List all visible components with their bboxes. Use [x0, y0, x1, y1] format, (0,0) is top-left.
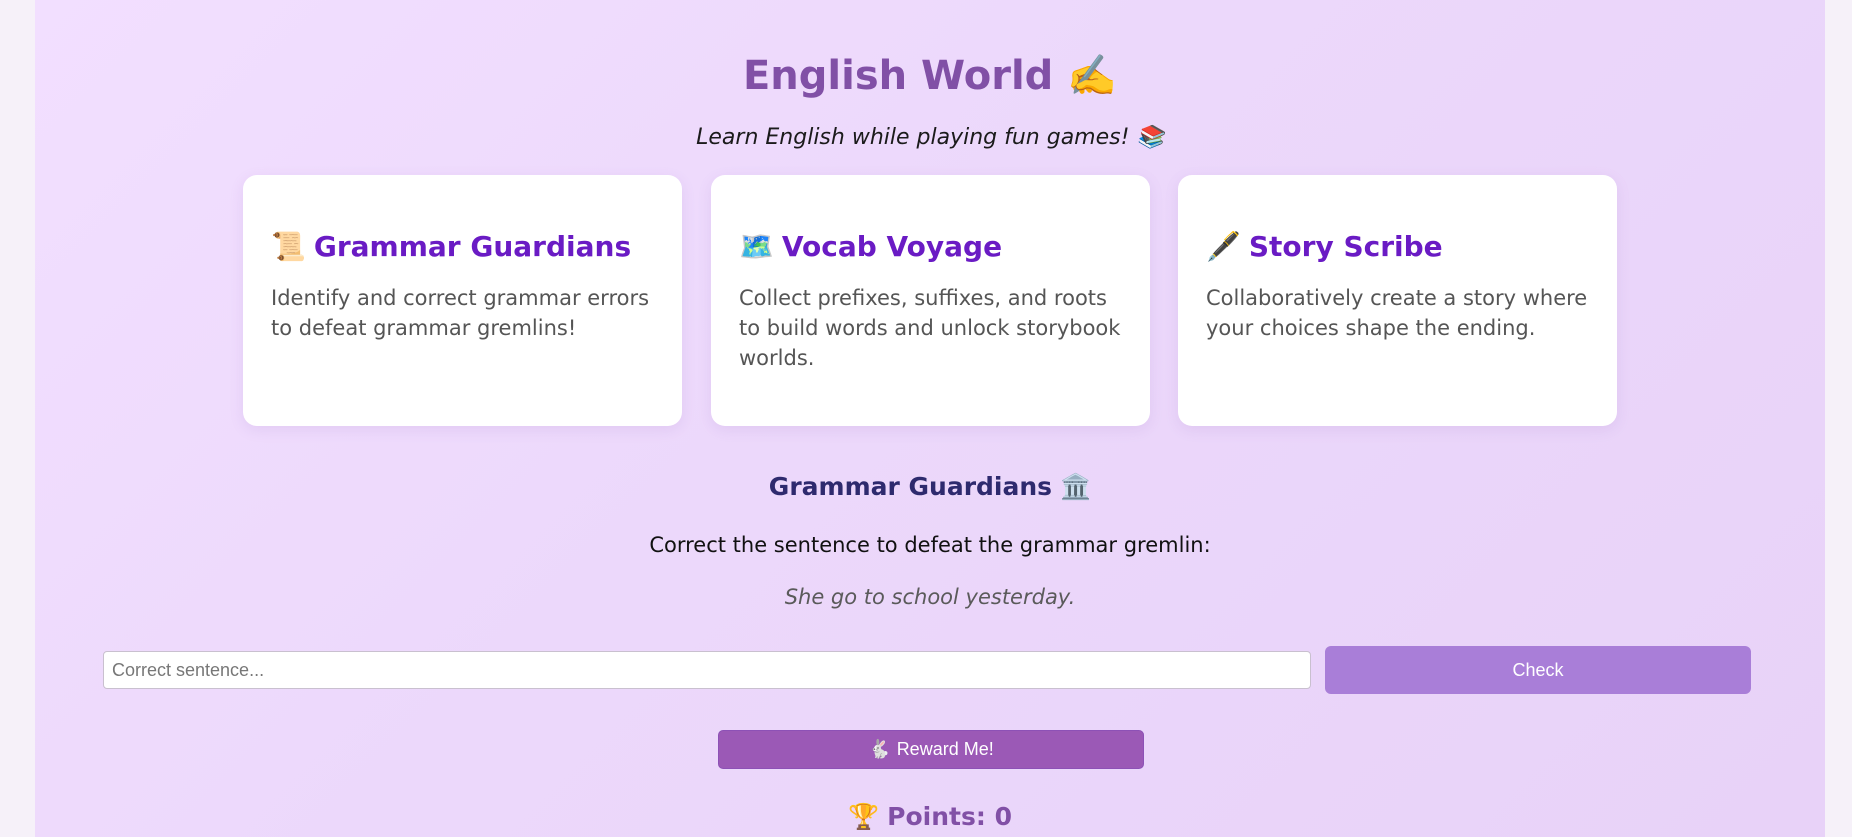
card-title: 🖋️ Story Scribe — [1206, 227, 1589, 267]
game-card-vocab-voyage[interactable]: 🗺️ Vocab Voyage Collect prefixes, suffixe… — [711, 175, 1150, 426]
card-title: 📜 Grammar Guardians — [271, 227, 654, 267]
card-description: Collect prefixes, suffixes, and roots to… — [739, 286, 1121, 370]
points-text: Points: 0 — [887, 802, 1012, 831]
reward-me-button[interactable]: 🐇 Reward Me! — [718, 730, 1144, 769]
page-subtitle: Learn English while playing fun games! 📚 — [35, 122, 1825, 154]
scroll-icon: 📜 — [271, 230, 306, 263]
check-button[interactable]: Check — [1325, 646, 1751, 694]
incorrect-sentence: She go to school yesterday. — [784, 585, 1076, 609]
rabbit-icon: 🐇 — [868, 739, 891, 759]
card-title-text: Vocab Voyage — [781, 230, 1003, 263]
trophy-icon: 🏆 — [848, 802, 880, 831]
game-section-title-text: Grammar Guardians — [768, 472, 1053, 501]
game-instruction: Correct the sentence to defeat the gramm… — [649, 533, 1211, 557]
card-title-text: Story Scribe — [1248, 230, 1443, 263]
fountain-pen-icon: 🖋️ — [1206, 230, 1241, 263]
game-card-story-scribe[interactable]: 🖋️ Story Scribe Collaboratively create a … — [1178, 175, 1617, 426]
page-subtitle-text: Learn English while playing fun games! — [696, 125, 1130, 150]
map-icon: 🗺️ — [739, 230, 774, 263]
page-title: English World ✍️ — [35, 46, 1825, 106]
reward-button-label: Reward Me! — [896, 739, 994, 759]
card-title: 🗺️ Vocab Voyage — [739, 227, 1122, 267]
page-background: English World ✍️ Learn English while pla… — [35, 0, 1825, 837]
card-title-text: Grammar Guardians — [313, 230, 632, 263]
card-description: Collaboratively create a story where you… — [1206, 286, 1588, 340]
card-description: Identify and correct grammar errors to d… — [271, 286, 650, 340]
correct-sentence-input[interactable] — [103, 651, 1311, 689]
game-section-title: Grammar Guardians 🏛️ — [35, 468, 1825, 506]
game-card-grammar-guardians[interactable]: 📜 Grammar Guardians Identify and correct … — [243, 175, 682, 426]
points-display: 🏆 Points: 0 — [35, 800, 1825, 834]
page-title-text: English World — [742, 53, 1054, 99]
books-icon: 📚 — [1136, 125, 1164, 150]
writing-hand-icon: ✍️ — [1067, 53, 1118, 99]
classical-building-icon: 🏛️ — [1060, 472, 1092, 501]
